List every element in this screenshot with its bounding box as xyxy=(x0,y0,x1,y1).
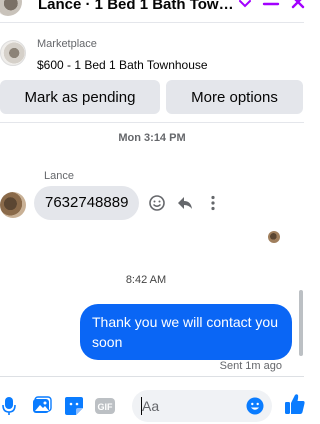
chat-header: Lance · 1 Bed 1 Bath Townhouse xyxy=(0,0,306,18)
emoji-icon[interactable] xyxy=(246,397,264,415)
sticker-icon[interactable] xyxy=(64,396,84,416)
message-timestamp: Mon 3:14 PM xyxy=(118,132,186,144)
sender-avatar[interactable] xyxy=(0,192,26,218)
mic-icon[interactable] xyxy=(2,396,16,416)
like-icon[interactable] xyxy=(284,392,306,416)
message-timestamp-2: 8:42 AM xyxy=(125,274,167,286)
more-icon[interactable] xyxy=(204,194,222,212)
text-caret xyxy=(141,397,142,415)
gif-icon[interactable]: GIF xyxy=(94,396,116,416)
close-icon[interactable] xyxy=(290,0,306,10)
sent-status: Sent 1m ago xyxy=(219,360,282,372)
listing-title[interactable]: $600 - 1 Bed 1 Bath Townhouse xyxy=(37,58,208,72)
mark-as-pending-button[interactable]: Mark as pending xyxy=(0,80,160,114)
incoming-message-bubble[interactable]: 7632748889 xyxy=(34,186,140,220)
listing-source: Marketplace xyxy=(37,38,97,50)
listing-thumbnail xyxy=(0,40,26,66)
react-icon[interactable] xyxy=(148,194,166,212)
marketplace-listing-card[interactable]: Marketplace $600 - 1 Bed 1 Bath Townhous… xyxy=(0,28,304,78)
header-avatar[interactable] xyxy=(0,0,22,16)
header-divider xyxy=(0,22,304,23)
listing-divider xyxy=(0,122,304,123)
chevron-down-icon[interactable] xyxy=(238,0,252,11)
composer-divider xyxy=(0,376,304,377)
photo-icon[interactable] xyxy=(32,396,52,416)
reply-icon[interactable] xyxy=(176,194,194,212)
chat-title[interactable]: Lance · 1 Bed 1 Bath Townhouse xyxy=(38,0,234,13)
gif-label: GIF xyxy=(98,402,114,412)
minimize-icon[interactable] xyxy=(262,0,280,11)
scrollbar-thumb[interactable] xyxy=(299,290,303,356)
read-receipt-avatar xyxy=(268,231,280,243)
sender-name: Lance xyxy=(44,170,74,182)
outgoing-message-bubble[interactable]: Thank you we will contact you soon xyxy=(80,304,292,360)
more-options-button[interactable]: More options xyxy=(166,80,303,114)
